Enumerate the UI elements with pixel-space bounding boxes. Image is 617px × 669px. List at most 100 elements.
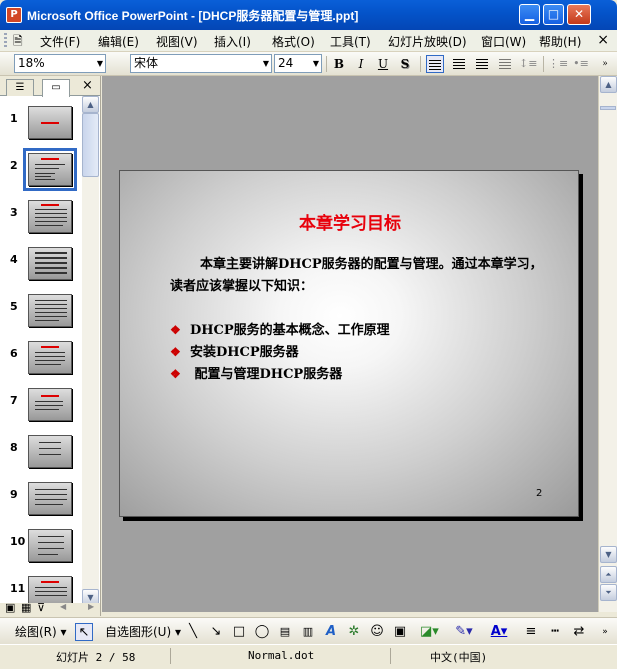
slide-canvas[interactable]: 本章学习目标 本章主要讲解DHCP服务器的配置与管理。通过本章学习，读者应该掌握… xyxy=(119,170,579,517)
menu-insert[interactable]: 插入(I) xyxy=(214,33,251,50)
thumbnail-row[interactable]: 6 xyxy=(0,341,82,385)
diagram-tool-icon[interactable]: ✲ xyxy=(345,623,363,641)
scroll-thumb[interactable] xyxy=(600,106,616,110)
powerpoint-app-icon[interactable]: P xyxy=(6,7,22,23)
maximize-button[interactable]: □ xyxy=(543,4,564,25)
previous-slide-icon[interactable]: ⏶ xyxy=(600,566,617,583)
dash-style-icon[interactable]: ┅ xyxy=(546,623,564,641)
next-slide-icon[interactable]: ⏷ xyxy=(600,584,617,601)
slides-panel: ☰ ▭ × 1 2 3 4 5 6 7 8 9 10 11 ▲ ▼ ▣ ▦ ⊽ … xyxy=(0,76,101,616)
zoom-combo[interactable]: 18% ▼ xyxy=(14,54,106,73)
slide-sorter-icon[interactable]: ▦ xyxy=(21,601,31,614)
distribute-button[interactable] xyxy=(496,55,514,73)
thumbnail-row[interactable]: 7 xyxy=(0,388,82,432)
bullet-item: ❖ 配置与管理DHCP服务器 xyxy=(170,363,550,385)
align-left-button[interactable] xyxy=(426,55,444,73)
oval-tool-icon[interactable]: ◯ xyxy=(253,623,271,641)
slide-thumbnail[interactable] xyxy=(28,388,72,421)
shadow-button[interactable]: S xyxy=(396,55,414,73)
select-pointer-icon[interactable]: ↖ xyxy=(75,623,93,641)
thumbnail-row[interactable]: 3 xyxy=(0,200,82,244)
slides-tab[interactable]: ▭ xyxy=(42,79,70,97)
slide-paragraph[interactable]: 本章主要讲解DHCP服务器的配置与管理。通过本章学习，读者应该掌握以下知识： xyxy=(170,254,545,298)
font-color-icon[interactable]: A▾ xyxy=(490,623,508,641)
vertical-textbox-tool-icon[interactable]: ▥ xyxy=(299,623,317,641)
menu-file[interactable]: 文件(F) xyxy=(40,33,80,50)
toolbar-grip[interactable] xyxy=(4,33,7,49)
line-tool-icon[interactable]: ╲ xyxy=(184,623,202,641)
wordart-tool-icon[interactable]: A xyxy=(322,623,340,641)
slide-bullet-list[interactable]: ❖ DHCP服务的基本概念、工作原理 ❖ 安装DHCP服务器 ❖ 配置与管理DHCP… xyxy=(170,319,550,385)
close-button[interactable]: ✕ xyxy=(567,4,591,25)
close-document-button[interactable]: × xyxy=(597,32,609,48)
menu-format[interactable]: 格式(O) xyxy=(272,33,315,50)
scroll-thumb[interactable] xyxy=(82,113,99,177)
line-spacing-button[interactable]: ↕≡ xyxy=(519,55,537,73)
normal-view-icon[interactable]: ▣ xyxy=(5,601,15,614)
bullets-button[interactable]: •≡ xyxy=(572,55,590,73)
slide-thumbnail[interactable] xyxy=(28,106,72,139)
slide-thumbnail[interactable] xyxy=(28,529,72,562)
arrow-style-icon[interactable]: ⇄ xyxy=(570,623,588,641)
menu-view[interactable]: 视图(V) xyxy=(156,33,198,50)
scroll-up-icon[interactable]: ▲ xyxy=(600,76,617,93)
thumbnail-row[interactable]: 9 xyxy=(0,482,82,526)
slide-thumbnail[interactable] xyxy=(28,247,72,280)
draw-menu-button[interactable]: 绘图(R) ▾ xyxy=(15,623,67,640)
textbox-tool-icon[interactable]: ▤ xyxy=(276,623,294,641)
outline-tab[interactable]: ☰ xyxy=(6,79,34,96)
menu-window[interactable]: 窗口(W) xyxy=(481,33,526,50)
document-icon: 🗎 xyxy=(13,34,23,48)
line-color-icon[interactable]: ✎▾ xyxy=(455,623,473,641)
thumbnail-row[interactable]: 4 xyxy=(0,247,82,291)
chevron-down-icon[interactable]: ▼ xyxy=(263,55,269,72)
line-style-icon[interactable]: ≡ xyxy=(522,623,540,641)
align-right-button[interactable] xyxy=(473,55,491,73)
menu-slideshow[interactable]: 幻灯片放映(D) xyxy=(388,33,467,50)
align-center-icon xyxy=(453,59,465,69)
fill-color-icon[interactable]: ◪▾ xyxy=(420,623,439,641)
toolbar-options-icon[interactable]: » xyxy=(596,623,614,641)
bold-button[interactable]: B xyxy=(330,55,348,73)
numbering-button[interactable]: ⋮≡ xyxy=(548,55,568,73)
menu-help[interactable]: 帮助(H) xyxy=(539,33,581,50)
slide-thumbnail[interactable] xyxy=(28,482,72,515)
slide-thumbnail[interactable] xyxy=(28,200,72,233)
scroll-left-icon[interactable]: ◀ xyxy=(60,602,66,611)
thumbnail-scrollbar[interactable]: ▲ ▼ xyxy=(82,96,99,606)
underline-button[interactable]: U xyxy=(374,55,392,73)
thumbnail-row[interactable]: 8 xyxy=(0,435,82,479)
scroll-up-icon[interactable]: ▲ xyxy=(82,96,99,113)
slideshow-icon[interactable]: ⊽ xyxy=(37,601,45,614)
slide-title[interactable]: 本章学习目标 xyxy=(120,209,580,234)
thumbnail-row[interactable]: 1 xyxy=(0,106,82,150)
slide-thumbnail-selected[interactable] xyxy=(23,148,77,191)
thumbnail-row[interactable]: 2 xyxy=(0,148,82,197)
align-center-button[interactable] xyxy=(450,55,468,73)
arrow-tool-icon[interactable]: ↘ xyxy=(207,623,225,641)
close-panel-button[interactable]: × xyxy=(82,78,93,93)
toolbar-separator xyxy=(326,56,327,72)
slide-thumbnail[interactable] xyxy=(28,294,72,327)
thumbnail-row[interactable]: 5 xyxy=(0,294,82,338)
menu-edit[interactable]: 编辑(E) xyxy=(98,33,139,50)
chevron-down-icon[interactable]: ▼ xyxy=(313,55,319,72)
scroll-down-icon[interactable]: ▼ xyxy=(600,546,617,563)
slide-vertical-scrollbar[interactable]: ▲ ▼ ⏶ ⏷ xyxy=(598,76,617,612)
toolbar-options-button[interactable]: » xyxy=(596,55,614,73)
slide-thumbnail[interactable] xyxy=(28,341,72,374)
font-name-combo[interactable]: 宋体 ▼ xyxy=(130,54,272,73)
slide-thumbnail[interactable] xyxy=(28,435,72,468)
autoshapes-menu-button[interactable]: 自选图形(U) ▾ xyxy=(105,623,181,640)
picture-tool-icon[interactable]: ▣ xyxy=(391,623,409,641)
font-size-combo[interactable]: 24 ▼ xyxy=(274,54,322,73)
clipart-tool-icon[interactable]: ☺ xyxy=(368,623,386,641)
thumbnail-row[interactable]: 10 xyxy=(0,529,82,573)
chevron-down-icon[interactable]: ▼ xyxy=(97,55,103,72)
rectangle-tool-icon[interactable]: □ xyxy=(230,623,248,641)
minimize-button[interactable]: ▁ xyxy=(519,4,540,25)
drawing-toolbar: 绘图(R) ▾ ↖ 自选图形(U) ▾ ╲ ↘ □ ◯ ▤ ▥ A ✲ ☺ ▣ … xyxy=(0,617,617,644)
italic-button[interactable]: I xyxy=(352,55,370,73)
scroll-right-icon[interactable]: ▶ xyxy=(88,602,94,611)
menu-tools[interactable]: 工具(T) xyxy=(330,33,371,50)
